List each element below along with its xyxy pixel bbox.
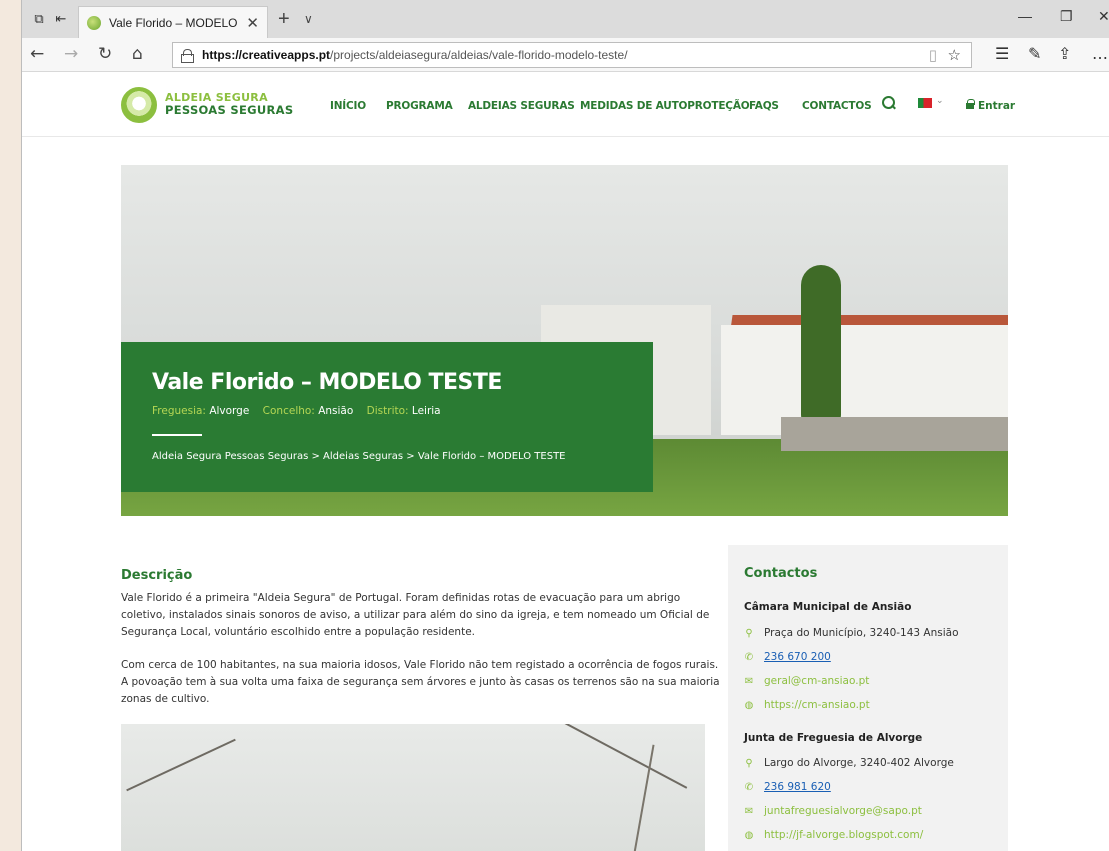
logo-emblem-icon[interactable] [121,87,157,123]
org-name: Câmara Municipal de Ansião [744,601,912,613]
map-pin-icon: ⚲ [745,627,753,639]
tab-actions-icon[interactable]: ⧉ [30,10,48,28]
distrito-value: Leiria [411,405,441,417]
location-meta: Freguesia: Alvorge Concelho: Ansião Dist… [152,405,441,417]
navigation-bar: ← → ↻ ⌂ https://creativeapps.pt/projects… [22,38,1109,72]
back-icon[interactable]: ← [30,44,44,64]
hero-wall [781,417,1008,451]
globe-icon: ◍ [744,829,754,841]
tab-title: Vale Florido – MODELO [109,15,238,30]
menu-inicio[interactable]: INÍCIO [330,100,366,112]
description-paragraph-2: Com cerca de 100 habitantes, na sua maio… [121,659,720,705]
gallery-image[interactable] [121,724,705,851]
phone-icon: ✆ [744,651,754,663]
freguesia-label: Freguesia: [152,405,206,417]
org-phone[interactable]: ✆ 236 670 200 [744,651,831,663]
forward-icon[interactable]: → [64,44,78,64]
distrito-label: Distrito: [366,405,409,417]
menu-programa[interactable]: PROGRAMA [386,100,453,112]
concelho-label: Concelho: [262,405,315,417]
language-chevron-icon[interactable]: ⌄ [936,96,944,106]
menu-medidas-autoprotecao[interactable]: MEDIDAS DE AUTOPROTEÇÃO [580,100,750,112]
new-tab-icon[interactable]: + [278,8,290,31]
globe-icon: ◍ [744,699,754,711]
page-title: Vale Florido – MODELO TESTE [152,370,502,395]
photo-branch [562,724,688,789]
org-address: ⚲ Largo do Alvorge, 3240-402 Alvorge [745,757,954,769]
close-window-icon[interactable]: ✕ [1098,8,1109,25]
freguesia-value: Alvorge [209,405,250,417]
tab-list-chevron-icon[interactable]: ∨ [304,12,313,26]
tab-active[interactable]: Vale Florido – MODELO ✕ [78,6,268,38]
org-email[interactable]: ✉ juntafreguesialvorge@sapo.pt [744,805,922,817]
map-pin-icon: ⚲ [745,757,753,769]
hero-image: Vale Florido – MODELO TESTE Freguesia: A… [121,165,1008,516]
org-address: ⚲ Praça do Município, 3240-143 Ansião [745,627,959,639]
lock-icon [181,49,194,63]
description-heading: Descrição [121,568,193,583]
reading-view-icon[interactable]: ▯ [929,46,937,64]
set-tabs-aside-icon[interactable]: ⇤ [52,10,70,28]
hero-caption-box: Vale Florido – MODELO TESTE Freguesia: A… [121,342,653,492]
phone-icon: ✆ [744,781,754,793]
logo[interactable]: ALDEIA SEGURA PESSOAS SEGURAS [165,92,294,117]
site-header: ALDEIA SEGURA PESSOAS SEGURAS INÍCIO PRO… [22,72,1109,137]
hero-divider [152,434,202,436]
menu-aldeias-seguras[interactable]: ALDEIAS SEGURAS [468,100,575,112]
tab-strip: ⧉ ⇤ Vale Florido – MODELO ✕ + ∨ — ❐ ✕ [22,0,1109,38]
org-name: Junta de Freguesia de Alvorge [744,732,923,744]
menu-contactos[interactable]: CONTACTOS [802,100,872,112]
photo-branch [126,738,236,792]
hero-tree [801,265,841,435]
refresh-icon[interactable]: ↻ [98,44,112,64]
favorite-star-icon[interactable]: ☆ [948,46,961,64]
description-paragraph-1: Vale Florido é a primeira "Aldeia Segura… [121,592,710,638]
org-email[interactable]: ✉ geral@cm-ansiao.pt [744,675,870,687]
pen-icon[interactable]: ✎ [1028,44,1041,63]
portugal-flag-icon[interactable] [918,98,932,108]
address-bar[interactable]: https://creativeapps.pt/projects/aldeias… [172,42,972,68]
envelope-icon: ✉ [744,675,754,687]
search-icon[interactable] [882,96,896,110]
envelope-icon: ✉ [744,805,754,817]
breadcrumb[interactable]: Aldeia Segura Pessoas Seguras > Aldeias … [152,451,566,462]
site-favicon-icon [87,15,101,30]
home-icon[interactable]: ⌂ [132,44,143,64]
contacts-heading: Contactos [744,566,818,581]
concelho-value: Ansião [318,405,354,417]
login-link[interactable]: Entrar [978,100,1015,112]
org-phone[interactable]: ✆ 236 981 620 [744,781,831,793]
org-website[interactable]: ◍ https://cm-ansiao.pt [744,699,870,711]
url-text: https://creativeapps.pt/projects/aldeias… [202,48,628,62]
restore-icon[interactable]: ❐ [1060,8,1073,25]
more-icon[interactable]: … [1092,44,1108,63]
share-icon[interactable]: ⇪ [1058,44,1071,63]
org-website[interactable]: ◍ http://jf-alvorge.blogspot.com/ [744,829,924,841]
browser-window: ⧉ ⇤ Vale Florido – MODELO ✕ + ∨ — ❐ ✕ ← … [21,0,1109,851]
logo-line2: PESSOAS SEGURAS [165,103,294,117]
login-lock-icon [966,99,975,109]
contacts-sidebar: Contactos Câmara Municipal de Ansião ⚲ Pr… [728,545,1008,851]
favorites-list-icon[interactable]: ☰ [995,44,1009,63]
menu-faqs[interactable]: FAQS [749,100,779,112]
minimize-icon[interactable]: — [1018,8,1032,24]
tab-close-icon[interactable]: ✕ [246,14,259,32]
